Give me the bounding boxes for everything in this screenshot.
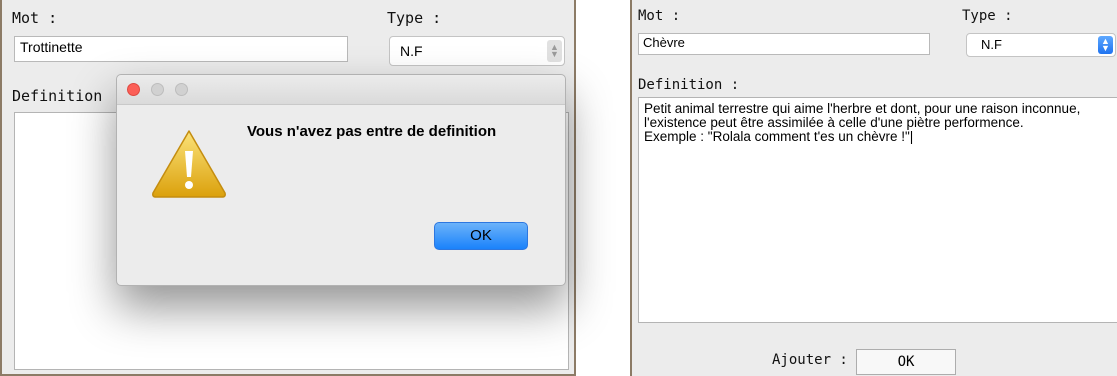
ajouter-ok-button[interactable]: OK (856, 349, 956, 375)
chevron-updown-icon: ▲ ▼ (547, 40, 562, 62)
warning-icon (152, 130, 226, 198)
type-select-value: N.F (981, 37, 1002, 52)
alert-ok-button[interactable]: OK (434, 222, 528, 250)
type-select[interactable]: N.F ▲ ▼ (966, 33, 1116, 57)
dialog-titlebar (117, 75, 565, 105)
mot-label: Mot : (12, 9, 58, 27)
minimize-window-icon (151, 83, 164, 96)
right-form-panel: Mot : Chèvre Type : N.F ▲ ▼ Definition : … (630, 0, 1117, 376)
definition-label: Definition : (638, 77, 740, 93)
type-label: Type : (962, 8, 1013, 24)
ajouter-label: Ajouter : (772, 352, 848, 368)
zoom-window-icon (175, 83, 188, 96)
definition-label: Definition (12, 87, 103, 105)
mot-label: Mot : (638, 8, 681, 24)
definition-textarea[interactable]: Petit animal terrestre qui aime l'herbre… (638, 97, 1117, 323)
close-window-icon[interactable] (127, 83, 140, 96)
alert-message: Vous n'avez pas entre de definition (247, 123, 497, 140)
mot-input[interactable]: Chèvre (638, 33, 930, 55)
alert-dialog: Vous n'avez pas entre de definition (116, 74, 566, 286)
type-select-value: N.F (400, 43, 423, 59)
chevron-updown-icon: ▲ ▼ (1098, 36, 1113, 54)
type-select[interactable]: N.F ▲ ▼ (389, 36, 565, 66)
type-label: Type : (387, 9, 442, 27)
mot-input[interactable]: Trottinette (14, 36, 348, 62)
